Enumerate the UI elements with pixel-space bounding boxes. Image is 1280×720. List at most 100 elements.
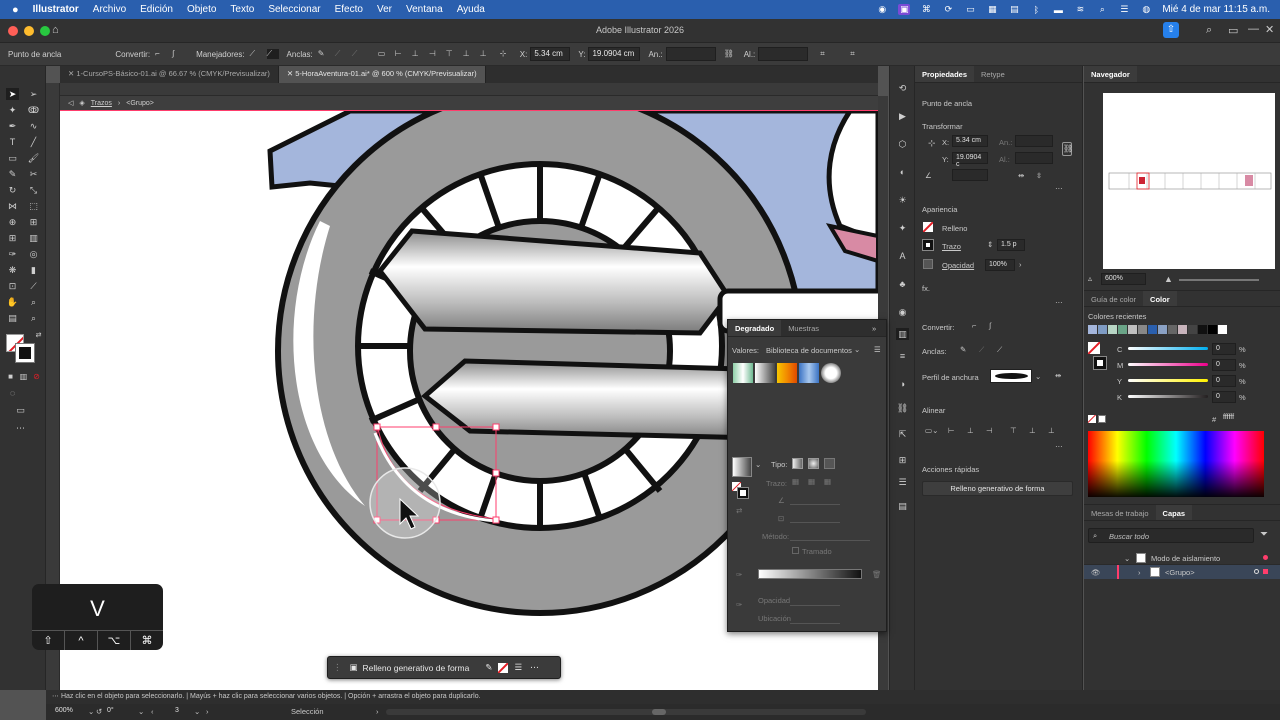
zoom-tool-icon[interactable]: ⌕ xyxy=(27,296,40,308)
h-field[interactable] xyxy=(758,47,809,61)
align-hcenter-icon[interactable]: ⊥ xyxy=(412,49,424,59)
none-color-chip[interactable] xyxy=(1088,415,1096,423)
symbol-sprayer-tool-icon[interactable]: ❋ xyxy=(6,264,19,276)
menu-efecto[interactable]: Efecto xyxy=(335,4,363,15)
recent-swatch[interactable] xyxy=(1098,325,1107,334)
direct-selection-tool-icon[interactable]: ➢ xyxy=(27,88,40,100)
recent-swatch[interactable] xyxy=(1118,325,1127,334)
artboard-tool-icon[interactable]: ⊡ xyxy=(6,280,19,292)
menu-seleccionar[interactable]: Seleccionar xyxy=(268,4,320,15)
link-proportions-icon[interactable]: ⛓ xyxy=(724,49,736,59)
zoom-field[interactable]: 600% xyxy=(52,706,90,718)
draw-mode-icon[interactable]: ◌ xyxy=(6,387,19,399)
artboard-field[interactable]: 3 xyxy=(172,706,192,718)
width-tool-icon[interactable]: ⋈ xyxy=(6,200,19,212)
asset-export-icon[interactable]: ▤ xyxy=(896,500,909,512)
hide-handles-icon[interactable]: ⟋ xyxy=(266,49,279,59)
panel-menu-icon[interactable]: ☰ xyxy=(874,345,881,354)
more-options-icon[interactable]: ⋯ xyxy=(530,662,539,673)
line-tool-icon[interactable]: ╱ xyxy=(27,136,40,148)
horizontal-scrollbar[interactable] xyxy=(386,709,866,715)
navigator-preview[interactable] xyxy=(1103,93,1275,269)
record-icon[interactable]: ◉ xyxy=(876,4,888,15)
grid-icon[interactable]: ▦ xyxy=(986,4,998,15)
constrain-proportions-icon[interactable]: ⛓ xyxy=(1062,142,1073,156)
recent-swatch[interactable] xyxy=(1158,325,1167,334)
gradient-swatch-radial[interactable] xyxy=(821,363,841,383)
transparency-icon[interactable]: ◑ xyxy=(896,378,909,390)
recent-swatch[interactable] xyxy=(1168,325,1177,334)
color-fill-none-swatch[interactable] xyxy=(1088,342,1100,354)
values-select[interactable]: Biblioteca de documentos xyxy=(766,346,852,355)
magic-wand-tool-icon[interactable]: ✦ xyxy=(6,104,19,116)
expand-arrow-icon[interactable]: ⌄ xyxy=(1124,554,1130,563)
recent-swatch[interactable] xyxy=(1178,325,1187,334)
quick-action-button[interactable]: Relleno generativo de forma xyxy=(922,481,1073,496)
props-x-field[interactable]: 5.34 cm xyxy=(952,135,988,147)
gradient-tool-icon[interactable]: ▥ xyxy=(27,232,40,244)
menu-edicion[interactable]: Edición xyxy=(140,4,173,15)
fill-none-icon[interactable] xyxy=(498,662,509,673)
menu-texto[interactable]: Texto xyxy=(230,4,254,15)
type-radial-icon[interactable] xyxy=(808,458,819,469)
cut-path-icon[interactable]: ⟋ xyxy=(352,49,364,59)
gradient-preview-swatch[interactable] xyxy=(732,457,752,477)
props-w-field[interactable] xyxy=(1015,135,1053,147)
paintbrush-tool-icon[interactable]: 🖌 xyxy=(27,152,40,164)
tab-color[interactable]: Color xyxy=(1143,291,1177,306)
command-icon[interactable]: ⌘ xyxy=(920,4,932,15)
props-remove-anchor-icon[interactable]: ✎ xyxy=(960,345,966,354)
recent-swatch[interactable] xyxy=(1208,325,1217,334)
tab-document-1[interactable]: ✕ 1-CursoPS-Básico-01.ai @ 66.67 % (CMYK… xyxy=(60,66,279,83)
wifi-icon[interactable]: ≋ xyxy=(1074,4,1086,15)
tab-navegador[interactable]: Navegador xyxy=(1084,66,1137,82)
stroke-color-swatch[interactable] xyxy=(922,239,934,251)
opacity-field[interactable]: 100% xyxy=(985,259,1015,271)
export-icon[interactable]: ⇱ xyxy=(896,428,909,440)
align-top-icon[interactable]: ⊤ xyxy=(446,49,458,59)
menu-ayuda[interactable]: Ayuda xyxy=(457,4,485,15)
expand-arrow-icon[interactable]: › xyxy=(1138,568,1141,577)
stroke-stepper-icon[interactable]: ⇕ xyxy=(987,240,993,249)
method-select[interactable] xyxy=(790,531,870,541)
menu-archivo[interactable]: Archivo xyxy=(93,4,126,15)
nav-zoom-out-icon[interactable]: ▵ xyxy=(1088,274,1092,283)
stroke-swatch[interactable] xyxy=(15,343,35,363)
stroke-weight-field[interactable]: 1.5 p xyxy=(997,239,1025,251)
fx-label[interactable]: fx. xyxy=(922,284,930,293)
recent-swatch[interactable] xyxy=(1148,325,1157,334)
layers-row-isolation[interactable]: ⌄ Modo de aislamiento xyxy=(1084,551,1280,565)
w-field[interactable] xyxy=(665,47,716,61)
aspect-ratio-field[interactable] xyxy=(790,513,840,523)
perspective-tool-icon[interactable]: ⊞ xyxy=(27,216,40,228)
transform-ref-icon[interactable]: ⊹ xyxy=(500,49,512,59)
artboards-icon[interactable]: ⊞ xyxy=(896,454,909,466)
hex-field[interactable]: ffffff xyxy=(1220,413,1276,425)
scale-tool-icon[interactable]: ⤡ xyxy=(27,184,40,196)
gradient-swatch-orange[interactable] xyxy=(777,363,797,383)
tab-degradado[interactable]: Degradado xyxy=(728,320,782,336)
fill-label[interactable]: Relleno xyxy=(942,224,967,233)
opacity-label[interactable]: Opacidad xyxy=(942,261,974,270)
stroke-label[interactable]: Trazo xyxy=(942,242,961,251)
recent-swatch[interactable] xyxy=(1088,325,1097,334)
navigator-zoom-field[interactable]: 600% xyxy=(1101,273,1146,285)
nav-zoom-in-icon[interactable]: ▲ xyxy=(1164,274,1173,284)
lasso-tool-icon[interactable]: ↂ xyxy=(27,104,40,116)
actions-play-icon[interactable]: ▶ xyxy=(896,110,909,122)
character-icon[interactable]: A xyxy=(896,250,909,262)
symbols-icon[interactable]: ♣ xyxy=(896,278,909,290)
calendar-icon[interactable]: ▤ xyxy=(1008,4,1020,15)
libraries-icon[interactable]: ⟲ xyxy=(896,82,909,94)
siri-icon[interactable]: ◍ xyxy=(1140,4,1152,15)
next-artboard-icon[interactable]: › xyxy=(206,707,209,716)
stroke-along-icon[interactable]: ▦ xyxy=(808,477,815,486)
props-align-to-icon[interactable]: ▭⌄ xyxy=(925,426,938,435)
gradient-swatch-blue[interactable] xyxy=(799,363,819,383)
brushes-icon[interactable]: ✦ xyxy=(896,222,909,234)
isolate-icon[interactable]: ⌗ xyxy=(850,49,862,59)
props-align-top-icon[interactable]: ⊤ xyxy=(1010,426,1017,435)
reverse-gradient-icon[interactable]: ⇄ xyxy=(736,506,742,515)
pen-tool-icon[interactable]: ✒ xyxy=(6,120,19,132)
layer-target-icon[interactable] xyxy=(1263,555,1268,560)
